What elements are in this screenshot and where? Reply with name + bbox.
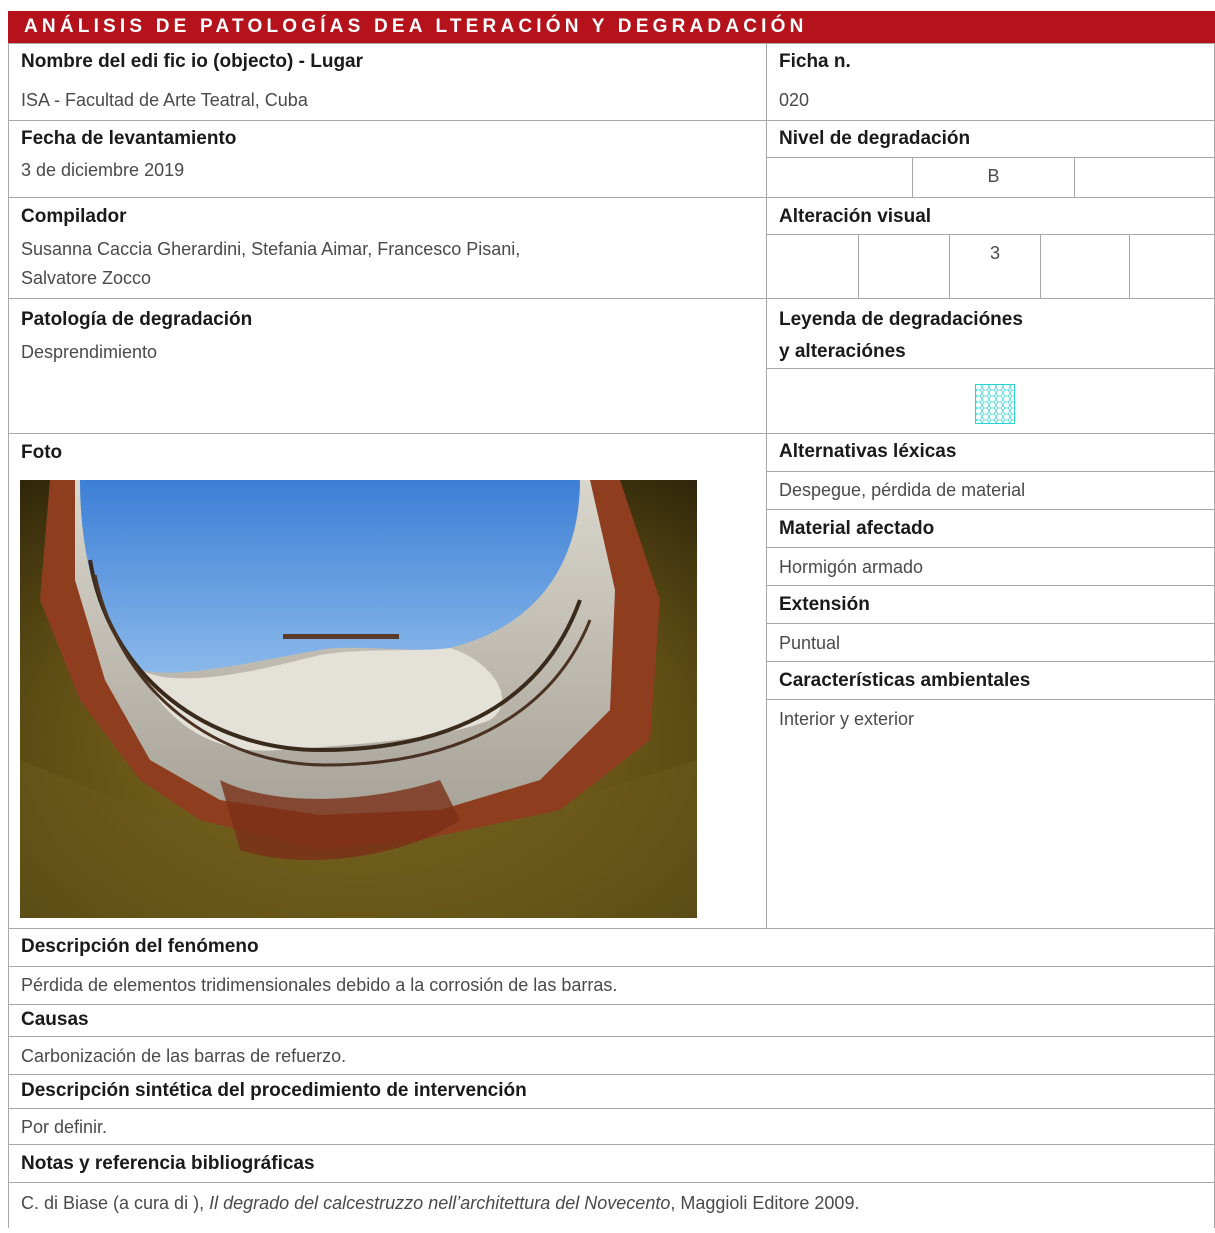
degradation-level-cell-3: [1075, 158, 1215, 197]
legend-cell: Leyenda de degradaciónes y alteraciónes: [766, 298, 1215, 433]
survey-date-label: Fecha de levantamiento: [21, 128, 237, 149]
visual-alteration-cell-4: [1040, 235, 1129, 298]
compiler-line-1: Susanna Caccia Gherardini, Stefania Aima…: [21, 239, 521, 259]
legend-label-line-1: Leyenda de degradaciónes: [779, 309, 1023, 330]
causes-label: Causas: [21, 1009, 89, 1030]
degradation-level-cell-2: B: [912, 158, 1075, 197]
visual-alteration-cell-1: [767, 235, 858, 298]
degradation-level-cell: Nivel de degradación B: [766, 120, 1215, 197]
pathology-sheet: Nombre del edi fic io (objecto) - Lugar …: [8, 43, 1215, 1228]
procedure-label-row: Descripción sintética del procedimiento …: [8, 1074, 1215, 1108]
pathology-label: Patología de degradación: [21, 309, 253, 330]
visual-alteration-value: 3: [989, 243, 1000, 263]
visual-alteration-cell: Alteración visual 3: [766, 197, 1215, 298]
material-value: Hormigón armado: [779, 557, 924, 577]
pathology-cell: Patología de degradación Desprendimiento: [8, 298, 766, 433]
notes-book-title: Il degrado del calcestruzzo nell’archite…: [209, 1193, 671, 1213]
description-value: Pérdida de elementos tridimensionales de…: [21, 975, 618, 995]
survey-date-cell: Fecha de levantamiento 3 de diciembre 20…: [8, 120, 766, 197]
details-cell: Alternativas léxicas Despegue, pérdida d…: [766, 433, 1215, 928]
notes-prefix: C. di Biase (a cura di ),: [21, 1193, 210, 1213]
extension-value: Puntual: [779, 633, 841, 653]
visual-alteration-cell-5: [1129, 235, 1215, 298]
description-label-row: Descripción del fenómeno: [8, 928, 1215, 966]
degradation-level-label: Nivel de degradación: [779, 128, 971, 149]
compiler-label: Compilador: [21, 206, 127, 227]
building-value: ISA - Facultad de Arte Teatral, Cuba: [21, 90, 308, 110]
hexagon-hatch-legend-swatch: [975, 384, 1015, 424]
sheet-number-label: Ficha n.: [779, 51, 851, 72]
lexical-value: Despegue, pérdida de material: [779, 480, 1026, 500]
degradation-photo: [20, 480, 697, 918]
procedure-value-row: Por definir.: [8, 1108, 1215, 1144]
description-label: Descripción del fenómeno: [21, 936, 259, 957]
degradation-level-value: B: [987, 166, 1000, 186]
visual-alteration-label: Alteración visual: [779, 206, 932, 227]
page-title: ANÁLISIS DE PATOLOGÍAS DEA LTERACIÓN Y D…: [8, 11, 1215, 43]
compiler-line-2: Salvatore Zocco: [21, 268, 152, 288]
notes-value-row: C. di Biase (a cura di ), Il degrado del…: [8, 1182, 1215, 1228]
pathology-value: Desprendimiento: [21, 342, 158, 362]
degradation-level-cell-1: [767, 158, 912, 197]
sheet-number-cell: Ficha n. 020: [766, 43, 1215, 120]
material-label: Material afectado: [779, 518, 935, 539]
building-label: Nombre del edi fic io (objecto) - Lugar: [21, 51, 364, 72]
visual-alteration-cell-3: 3: [949, 235, 1040, 298]
notes-label: Notas y referencia bibliográficas: [21, 1153, 315, 1174]
notes-label-row: Notas y referencia bibliográficas: [8, 1144, 1215, 1182]
description-value-row: Pérdida de elementos tridimensionales de…: [8, 966, 1215, 1004]
extension-label: Extensión: [779, 594, 870, 615]
photo-label: Foto: [21, 442, 63, 463]
legend-label-line-2: y alteraciónes: [779, 341, 906, 362]
notes-value: C. di Biase (a cura di ), Il degrado del…: [21, 1190, 859, 1216]
causes-label-row: Causas: [8, 1004, 1215, 1036]
causes-value-row: Carbonización de las barras de refuerzo.: [8, 1036, 1215, 1074]
visual-alteration-cell-2: [858, 235, 949, 298]
lexical-label: Alternativas léxicas: [779, 441, 957, 462]
causes-value: Carbonización de las barras de refuerzo.: [21, 1046, 347, 1066]
survey-date-value: 3 de diciembre 2019: [21, 160, 185, 180]
building-cell: Nombre del edi fic io (objecto) - Lugar …: [8, 43, 766, 120]
environment-label: Características ambientales: [779, 670, 1031, 691]
sheet-number-value: 020: [779, 90, 810, 110]
environment-value: Interior y exterior: [779, 709, 915, 729]
compiler-cell: Compilador Susanna Caccia Gherardini, St…: [8, 197, 766, 298]
notes-suffix: , Maggioli Editore 2009.: [670, 1193, 860, 1213]
procedure-value: Por definir.: [21, 1117, 108, 1137]
procedure-label: Descripción sintética del procedimiento …: [21, 1080, 527, 1101]
